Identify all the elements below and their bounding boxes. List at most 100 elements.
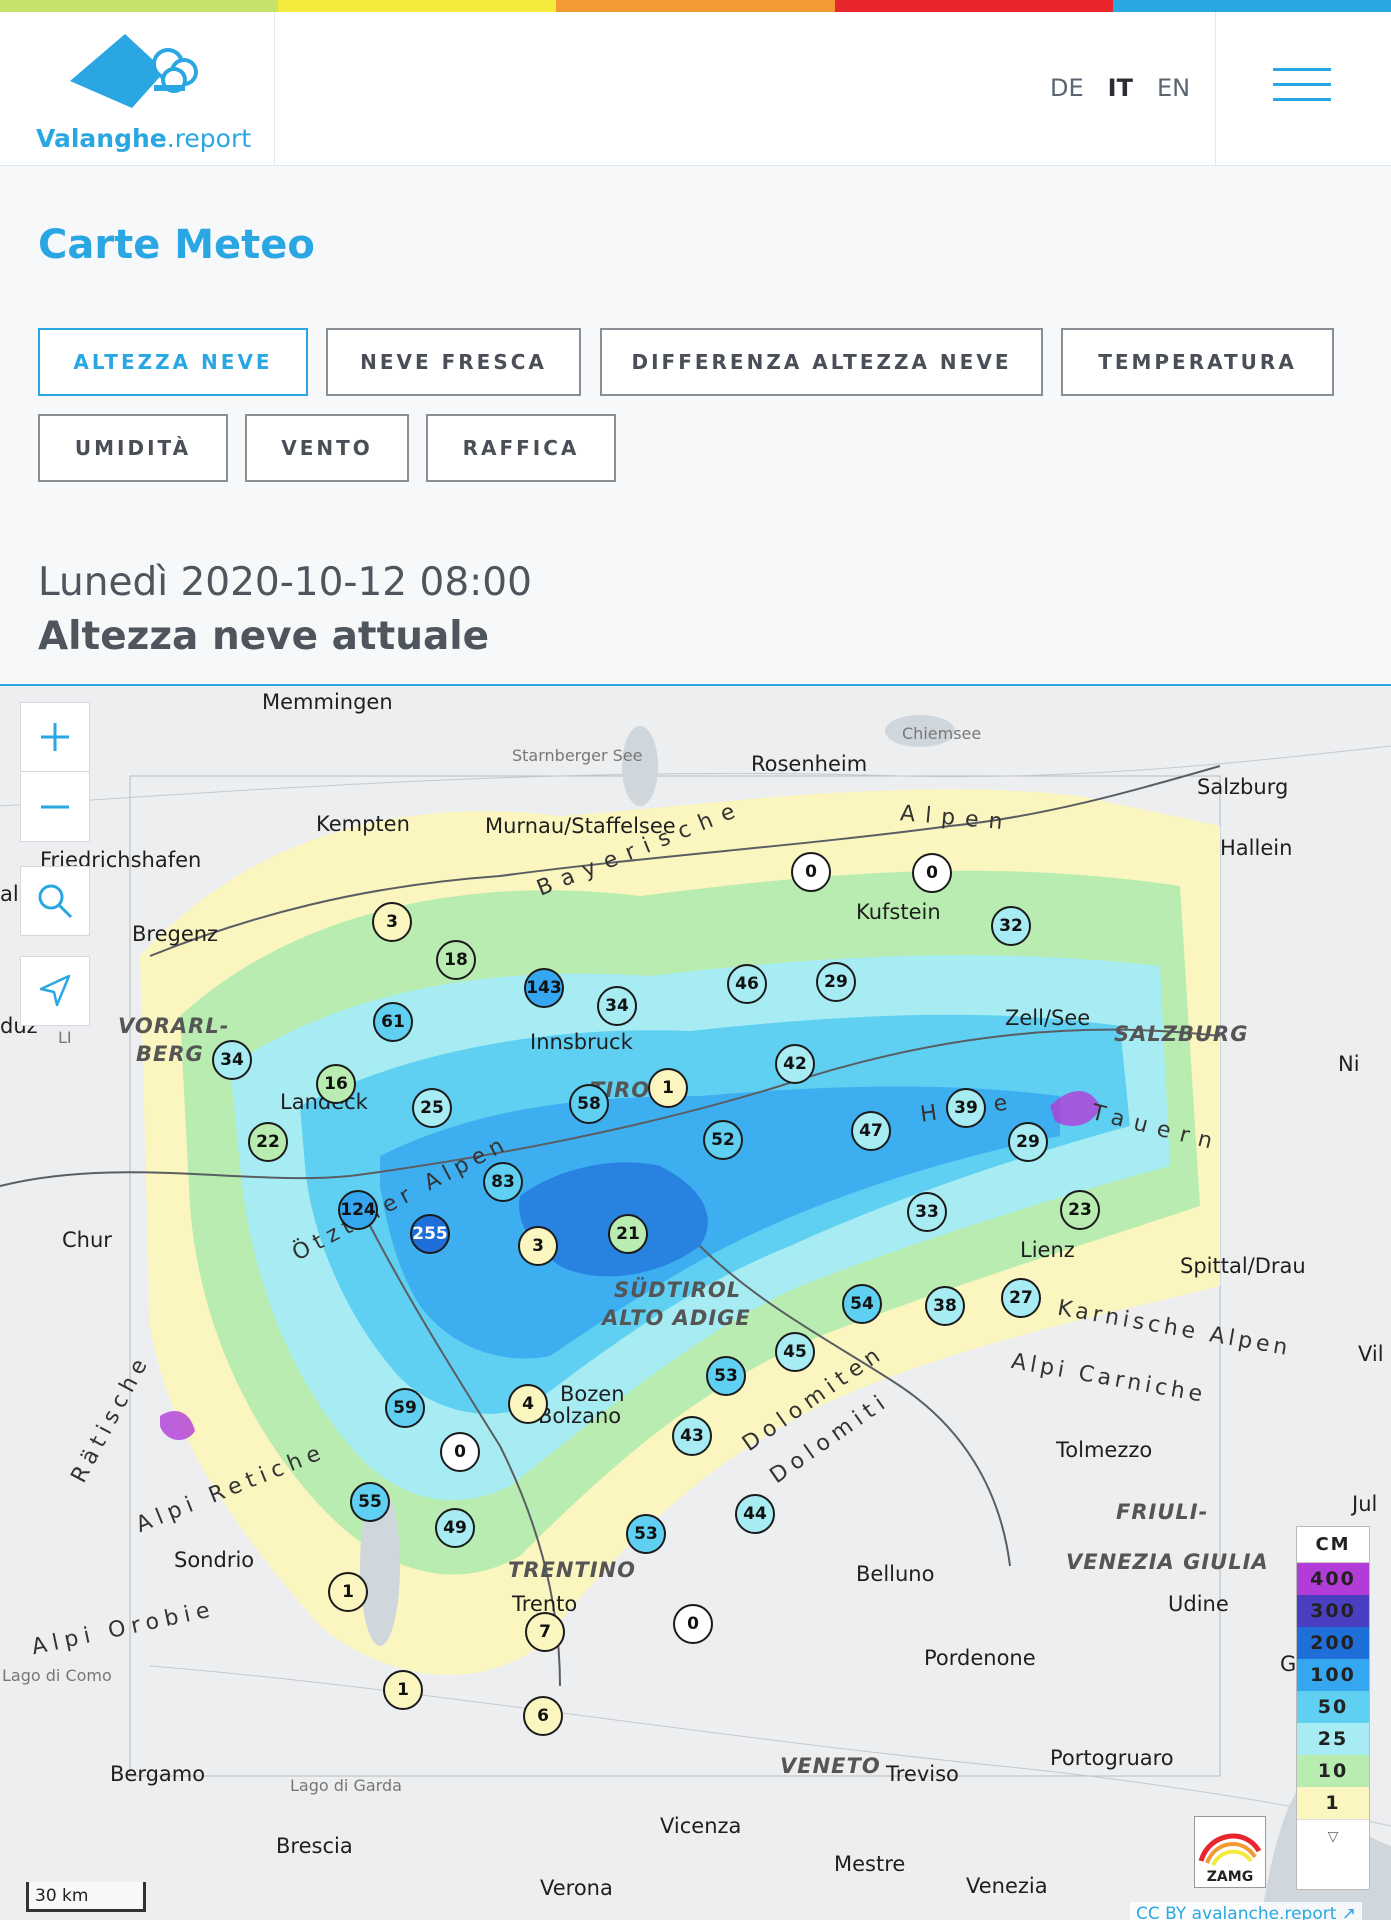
legend-step: 100 <box>1297 1659 1369 1691</box>
search-icon <box>38 884 73 919</box>
tab-raffica[interactable]: RAFFICA <box>426 414 616 482</box>
station-marker[interactable]: 1 <box>383 1670 423 1710</box>
place-label: Portogruaro <box>1050 1746 1174 1770</box>
place-label: Starnberger See <box>512 746 643 765</box>
tab-umidita[interactable]: UMIDITÀ <box>38 414 228 482</box>
station-marker[interactable]: 124 <box>338 1190 378 1230</box>
navigation-arrow-icon <box>39 974 71 1007</box>
station-marker[interactable]: 54 <box>842 1284 882 1324</box>
station-marker[interactable]: 53 <box>706 1356 746 1396</box>
station-marker[interactable]: 33 <box>907 1192 947 1232</box>
station-marker[interactable]: 143 <box>524 968 564 1008</box>
legend-step: 1 <box>1297 1787 1369 1819</box>
stripe-green <box>0 0 279 12</box>
station-marker[interactable]: 6 <box>523 1696 563 1736</box>
legend-title: CM <box>1297 1527 1369 1563</box>
station-marker[interactable]: 4 <box>508 1384 548 1424</box>
station-marker[interactable]: 44 <box>735 1494 775 1534</box>
station-marker[interactable]: 1 <box>648 1068 688 1108</box>
lang-en[interactable]: EN <box>1157 74 1190 102</box>
basemap <box>0 686 1391 1920</box>
logo-text-bold: Valanghe <box>36 124 167 153</box>
scale-bar: 30 km <box>26 1882 146 1912</box>
place-label: Zell/See <box>1005 1006 1091 1030</box>
snow-depth-map[interactable]: Memmingen Starnberger See Chiemsee Rosen… <box>0 684 1391 1920</box>
station-marker[interactable]: 46 <box>727 964 767 1004</box>
station-marker[interactable]: 58 <box>569 1084 609 1124</box>
place-label: Bergamo <box>110 1762 206 1786</box>
station-marker[interactable]: 3 <box>372 902 412 942</box>
attribution-link[interactable]: CC BY avalanche.report ↗ <box>1130 1902 1363 1920</box>
station-marker[interactable]: 52 <box>703 1120 743 1160</box>
tab-vento[interactable]: VENTO <box>245 414 409 482</box>
tab-neve-fresca[interactable]: NEVE FRESCA <box>326 328 581 396</box>
tab-altezza-neve[interactable]: ALTEZZA NEVE <box>38 328 308 396</box>
legend-collapse-button[interactable]: ▽ <box>1297 1819 1369 1853</box>
station-marker[interactable]: 83 <box>483 1162 523 1202</box>
station-marker[interactable]: 42 <box>775 1044 815 1084</box>
legend-step: 400 <box>1297 1563 1369 1595</box>
station-marker[interactable]: 27 <box>1001 1278 1041 1318</box>
region-label: VENEZIA GIULIA <box>1066 1550 1269 1574</box>
station-marker[interactable]: 0 <box>673 1604 713 1644</box>
station-marker[interactable]: 23 <box>1060 1190 1100 1230</box>
menu-button[interactable] <box>1215 12 1391 166</box>
logo-text: Valanghe.report <box>36 124 251 153</box>
place-label: Hallein <box>1220 836 1293 860</box>
place-label: Innsbruck <box>530 1030 633 1054</box>
station-marker[interactable]: 1 <box>328 1572 368 1612</box>
station-marker[interactable]: 18 <box>436 940 476 980</box>
zamg-logo[interactable]: ZAMG <box>1194 1816 1266 1888</box>
station-marker[interactable]: 0 <box>912 853 952 893</box>
zoom-in-button[interactable] <box>20 702 90 772</box>
place-label: Udine <box>1168 1592 1229 1616</box>
station-marker[interactable]: 43 <box>672 1416 712 1456</box>
station-marker[interactable]: 45 <box>775 1332 815 1372</box>
tab-temperatura[interactable]: TEMPERATURA <box>1061 328 1334 396</box>
plus-icon <box>41 723 69 751</box>
locate-button[interactable] <box>20 956 90 1026</box>
station-marker[interactable]: 59 <box>385 1388 425 1428</box>
station-marker[interactable]: 47 <box>851 1111 891 1151</box>
region-label: TRENTINO <box>508 1558 636 1582</box>
station-marker[interactable]: 49 <box>435 1508 475 1548</box>
station-marker[interactable]: 39 <box>946 1088 986 1128</box>
station-marker[interactable]: 38 <box>925 1286 965 1326</box>
place-label: Pordenone <box>924 1646 1036 1670</box>
map-search-button[interactable] <box>20 866 90 936</box>
station-marker[interactable]: 34 <box>597 986 637 1026</box>
lang-it[interactable]: IT <box>1108 74 1133 102</box>
place-label: Sondrio <box>174 1548 255 1572</box>
station-marker[interactable]: 53 <box>626 1514 666 1554</box>
region-label: VORARL- <box>118 1014 230 1038</box>
place-label: Kempten <box>316 812 410 836</box>
station-marker[interactable]: 55 <box>350 1482 390 1522</box>
place-label: Rosenheim <box>751 752 868 776</box>
page-title: Carte Meteo <box>38 222 315 268</box>
station-marker[interactable]: 61 <box>373 1002 413 1042</box>
tab-differenza-altezza-neve[interactable]: DIFFERENZA ALTEZZA NEVE <box>600 328 1043 396</box>
station-marker[interactable]: 32 <box>991 906 1031 946</box>
place-label: Kufstein <box>856 900 941 924</box>
map-heading: Altezza neve attuale <box>38 614 490 659</box>
place-label: Vil <box>1358 1342 1384 1366</box>
station-marker[interactable]: 29 <box>1008 1122 1048 1162</box>
place-label: Lienz <box>1020 1238 1075 1262</box>
station-marker[interactable]: 22 <box>248 1122 288 1162</box>
station-marker[interactable]: 25 <box>412 1088 452 1128</box>
station-marker[interactable]: 0 <box>440 1432 480 1472</box>
stripe-blue <box>1112 0 1391 12</box>
station-marker[interactable]: 16 <box>316 1064 356 1104</box>
logo-link[interactable]: Valanghe.report <box>0 12 275 166</box>
station-marker[interactable]: 34 <box>212 1040 252 1080</box>
station-marker[interactable]: 3 <box>518 1226 558 1266</box>
lang-de[interactable]: DE <box>1050 74 1084 102</box>
station-marker[interactable]: 29 <box>816 962 856 1002</box>
station-marker[interactable]: 0 <box>791 852 831 892</box>
station-marker[interactable]: 7 <box>525 1612 565 1652</box>
legend-step: 50 <box>1297 1691 1369 1723</box>
region-label: SÜDTIROL <box>614 1278 742 1302</box>
zoom-out-button[interactable] <box>20 772 90 842</box>
station-marker[interactable]: 21 <box>608 1214 648 1254</box>
station-marker[interactable]: 255 <box>410 1214 450 1254</box>
